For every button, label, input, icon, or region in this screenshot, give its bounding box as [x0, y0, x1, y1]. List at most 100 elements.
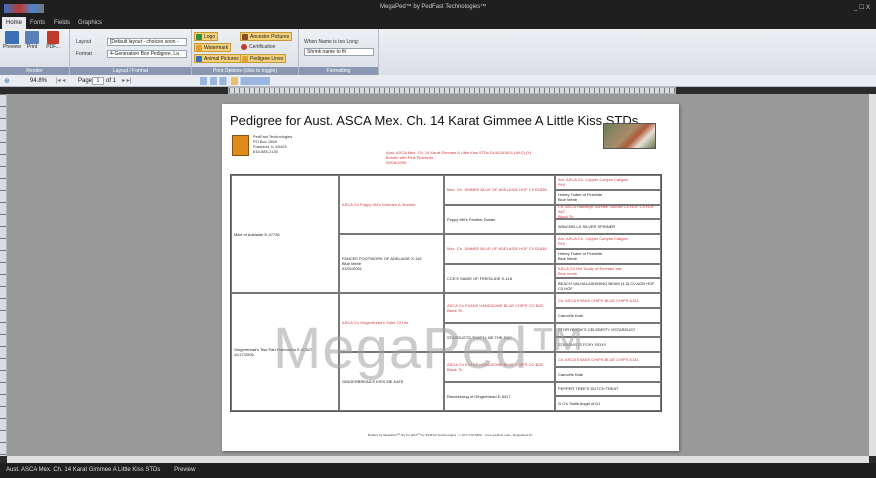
tab-fonts[interactable]: Fonts: [26, 17, 49, 29]
pdf-button[interactable]: PDF...: [42, 31, 64, 50]
quick-access-toolbar[interactable]: [4, 4, 44, 13]
status-bar: Aust. ASCA Mex. Ch. 14 Karat Gimmee A Li…: [0, 463, 876, 478]
vertical-scrollbar[interactable]: [869, 94, 876, 456]
pedigree-gen4-cell: Hobey Todee of Fireslide Blue Merle: [555, 189, 661, 205]
ancestor-name: G C's Twills Angel of DJ: [558, 401, 601, 407]
next-page-icon[interactable]: ▸ ▸|: [122, 77, 131, 84]
pedigree-gen4-cell: Ch. ASCA EVANS CHIPS BLUE CHIPS A134: [555, 293, 661, 308]
ancestor-name: Poppy Hill's Feather Duster: [447, 216, 496, 222]
watermark-toggle[interactable]: Watermark: [194, 43, 232, 52]
watermark-text: MegaPed™: [273, 316, 588, 381]
view-mode-icons[interactable]: [200, 77, 270, 85]
preview-toolbar: ⊕ 94.8% |◂ ◂ Page 1 of 1 ▸ ▸|: [0, 75, 876, 87]
org-phone: 815-685-2130: [253, 149, 278, 154]
render-group-label: Render: [0, 67, 69, 75]
watermark-toggle-label: Watermark: [204, 45, 229, 51]
horizontal-scrollbar[interactable]: [7, 456, 869, 463]
status-mode: Preview: [174, 467, 196, 473]
ancestor-name: Reminiscing of Gingerbread E-5417: [447, 393, 511, 399]
pedigree-page: Pedigree for Aust. ASCA Mex. Ch. 14 Kara…: [222, 104, 679, 451]
pedigree-gen4-cell: ASCA Ch Hot Toddy of Emerald Isle Blue me…: [555, 263, 661, 279]
pedigree-gen3-cell: Poppy Hill's Feather Duster: [444, 204, 555, 234]
pdf-icon: [47, 31, 59, 44]
pedigree-gen4-cell: Am. ASCA Ch. Copper Canyon Caligari RHI: [555, 234, 661, 249]
ancestor-pictures-toggle-label: Ancestor Pictures: [250, 34, 290, 40]
pedigree-gen3-cell: Mex. Ch. JIMMEE BLUE OF ADELAIDE HOF C9 …: [444, 234, 555, 264]
ancestor-detail: Black Tri: [447, 307, 463, 313]
layout-label: Layout: [76, 39, 92, 45]
page-footer: Printed by MegaPed™ 3Q for iPad™ by PedF…: [367, 433, 534, 437]
ancestor-detail: Blue Merle: [558, 197, 578, 203]
window-controls[interactable]: _ ☐ X: [854, 4, 870, 11]
tab-fields[interactable]: Fields: [50, 17, 74, 29]
certification-toggle[interactable]: Certification: [240, 43, 275, 51]
animal-pictures-icon: [196, 56, 202, 62]
ancestor-name: ASCA Ch Poppy Hill's Gimmee A Jimmee: [342, 202, 416, 207]
ancestor-pictures-icon: [242, 34, 248, 40]
pedigree-gen1-cell: Mike of Adelaide E-47726: [231, 175, 339, 293]
ribbon: Preview Print PDF... Render Layout [Defa…: [0, 29, 876, 75]
tab-graphics[interactable]: Graphics: [74, 17, 106, 29]
pedigree-gen4-cell: Am. ASCA Ch. Copper Canyon Caligari RHI: [555, 175, 661, 190]
pedigree-gen4-cell: BEACH VALHALASHINING BEAM (4-5) C0 AGN H…: [555, 278, 661, 293]
page-input[interactable]: 1: [92, 77, 104, 85]
ancestor-name: WINCHELLS SILVER SPINNER: [558, 224, 616, 230]
ancestor-name: Mex. Ch. JIMMEE BLUE OF ADELAIDE HOF C9 …: [447, 187, 547, 193]
pedigree-gen3-cell: Reminiscing of Gingerbread E-5417: [444, 381, 555, 411]
vertical-ruler: [0, 94, 7, 456]
preview-button[interactable]: Preview: [2, 31, 22, 50]
pedigree-lines-icon: [242, 56, 248, 62]
print-label: Print: [26, 44, 38, 50]
ancestor-name: Mike of Adelaide E-47726: [234, 231, 280, 237]
tab-home[interactable]: Home: [2, 17, 27, 29]
pedigree-gen4-cell: Hobey Todee of Fireslide Blue Merle: [555, 248, 661, 264]
animal-pictures-toggle[interactable]: Animal Pictures: [194, 54, 242, 63]
print-options-group: Logo Watermark Animal Pictures Ancestor …: [192, 29, 299, 75]
pedigree-chart: Mike of Adelaide E-47726 Gingerbread's Tw…: [230, 174, 662, 412]
name-too-long-label: When Name is too Long:: [304, 39, 360, 45]
format-label: Format: [76, 51, 92, 57]
layout-select[interactable]: [Default layout - choices soon -: [107, 38, 187, 46]
pedigree-gen2-cell: FANCEE FOOTWORK OF ADELAIDE X-119 Blue Me…: [339, 234, 444, 293]
ancestor-name: Ch. ASCA Hawkeye Sunrise Sunrise C0 HOF …: [558, 204, 655, 215]
certification-toggle-label: Certification: [249, 44, 276, 50]
subject-dob: 05/06/1995: [386, 160, 407, 165]
pedigree-gen4-cell: PEPPER TREE'S DUTCH TREAT: [555, 381, 661, 397]
org-logo: [232, 135, 249, 156]
pdf-label: PDF...: [46, 44, 60, 50]
print-button[interactable]: Print: [24, 31, 40, 50]
pedigree-gen4-cell: WINCHELLS SILVER SPINNER: [555, 219, 661, 234]
ancestor-name: Mex. Ch. JIMMEE BLUE OF ADELAIDE HOF C9 …: [447, 246, 547, 252]
watermark-icon: [196, 45, 202, 51]
first-page-icon[interactable]: |◂ ◂: [56, 77, 65, 84]
ancestor-name: Ch. ASCA EVANS CHIPS BLUE CHIPS A134: [558, 297, 639, 303]
pedigree-gen3-cell: Mex. Ch. JIMMEE BLUE OF ADELAIDE HOF C9 …: [444, 175, 555, 205]
render-group: Preview Print PDF... Render: [0, 29, 70, 75]
zoom-value[interactable]: 94.8%: [30, 78, 47, 84]
certification-icon: [241, 44, 247, 50]
status-doc: Aust. ASCA Mex. Ch. 14 Karat Gimmee A Li…: [6, 467, 161, 473]
horizontal-ruler: [228, 87, 676, 94]
shrink-name-select[interactable]: Shrink name to fit: [304, 48, 374, 56]
ancestor-detail: Blue Merle 01/01/2001: [342, 261, 363, 271]
logo-toggle[interactable]: Logo: [194, 32, 219, 41]
ancestor-detail: Blue Merle: [558, 256, 578, 262]
layout-group: Layout [Default layout - choices soon - …: [70, 29, 192, 75]
page-count: of 1: [106, 78, 117, 84]
preview-icon: [5, 31, 19, 44]
pedigree-gen3-cell: CCK'S SADIE OF FIRESLIDE X-118: [444, 263, 555, 293]
pedigree-gen2-cell: ASCA Ch Poppy Hill's Gimmee A Jimmee: [339, 175, 444, 234]
ancestor-detail: Blue merle: [558, 270, 578, 276]
logo-icon: [196, 34, 202, 40]
animal-photo: [603, 123, 656, 149]
ancestor-detail: RHI: [558, 182, 565, 188]
format-select[interactable]: 4-Generation Box Pedigree, La: [107, 50, 187, 58]
title-bar: MegaPed™ by PedFast Technologies™ _ ☐ X: [0, 0, 876, 17]
print-options-group-label: Print Options (click to toggle): [192, 67, 298, 75]
ribbon-tabs: Home Fonts Fields Graphics: [0, 17, 876, 29]
ancestor-pictures-toggle[interactable]: Ancestor Pictures: [240, 32, 293, 41]
pedigree-gen4-cell: G C's Twills Angel of DJ: [555, 396, 661, 411]
page-label: Page: [78, 78, 93, 84]
zoom-icon[interactable]: ⊕: [4, 77, 10, 85]
pedigree-lines-toggle[interactable]: Pedigree Lines: [240, 54, 287, 63]
